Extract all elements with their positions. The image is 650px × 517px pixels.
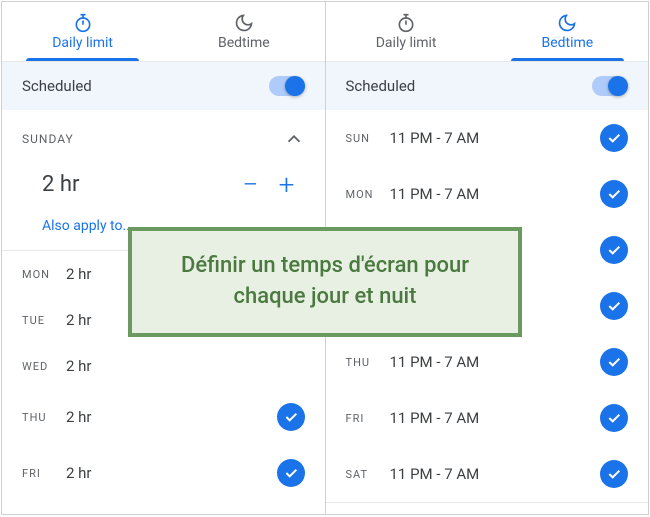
- day-abbr: WED: [22, 360, 66, 373]
- tab-daily-label: Daily limit: [376, 35, 437, 51]
- day-value: 2 hr: [66, 357, 305, 375]
- scheduled-toggle[interactable]: [269, 76, 305, 96]
- day-abbr: SAT: [346, 468, 390, 481]
- bedtime-value: 11 PM - 7 AM: [390, 129, 601, 147]
- limit-editor: 2 hr − +: [2, 160, 325, 208]
- check-icon[interactable]: [600, 460, 628, 488]
- bedtime-row[interactable]: FRI11 PM - 7 AM: [326, 390, 649, 446]
- stopwatch-icon: [73, 13, 93, 33]
- increase-button[interactable]: +: [269, 166, 305, 202]
- bedtime-footnote: Supervised Android mobile devices and Ch…: [326, 502, 649, 514]
- day-abbr: MON: [346, 188, 390, 201]
- chevron-up-icon: [283, 128, 305, 150]
- day-row[interactable]: FRI2 hr: [2, 445, 325, 501]
- moon-icon: [234, 13, 254, 33]
- day-abbr: FRI: [346, 412, 390, 425]
- check-icon[interactable]: [600, 348, 628, 376]
- day-value: 2 hr: [66, 408, 277, 426]
- tab-daily-limit[interactable]: Daily limit: [326, 2, 487, 61]
- check-icon[interactable]: [277, 403, 305, 431]
- expanded-day-label: SUNDAY: [22, 132, 74, 146]
- day-abbr: TUE: [22, 314, 66, 327]
- day-value: 2 hr: [66, 464, 277, 482]
- tab-daily-label: Daily limit: [52, 35, 113, 51]
- scheduled-row: Scheduled: [326, 62, 649, 110]
- day-abbr: THU: [22, 411, 66, 424]
- bedtime-row[interactable]: SUN11 PM - 7 AM: [326, 110, 649, 166]
- scheduled-label: Scheduled: [22, 77, 92, 95]
- check-icon[interactable]: [600, 292, 628, 320]
- check-icon[interactable]: [277, 459, 305, 487]
- day-abbr: SUN: [346, 132, 390, 145]
- bedtime-value: 11 PM - 7 AM: [390, 409, 601, 427]
- moon-icon: [557, 13, 577, 33]
- check-icon[interactable]: [600, 236, 628, 264]
- check-icon[interactable]: [600, 404, 628, 432]
- bedtime-row[interactable]: THU11 PM - 7 AM: [326, 334, 649, 390]
- tab-bedtime[interactable]: Bedtime: [163, 2, 324, 61]
- day-abbr: FRI: [22, 467, 66, 480]
- bedtime-row[interactable]: SAT11 PM - 7 AM: [326, 446, 649, 502]
- decrease-button[interactable]: −: [233, 166, 269, 202]
- scheduled-row: Scheduled: [2, 62, 325, 110]
- tab-bedtime-label: Bedtime: [542, 35, 594, 51]
- day-abbr: THU: [346, 356, 390, 369]
- bedtime-value: 11 PM - 7 AM: [390, 353, 601, 371]
- scheduled-toggle[interactable]: [592, 76, 628, 96]
- tab-daily-limit[interactable]: Daily limit: [2, 2, 163, 61]
- tabs: Daily limit Bedtime: [2, 2, 325, 62]
- day-row[interactable]: THU2 hr: [2, 389, 325, 445]
- tab-bedtime[interactable]: Bedtime: [487, 2, 648, 61]
- bedtime-value: 11 PM - 7 AM: [390, 185, 601, 203]
- check-icon[interactable]: [600, 180, 628, 208]
- tab-bedtime-label: Bedtime: [218, 35, 270, 51]
- day-abbr: MON: [22, 268, 66, 281]
- tabs: Daily limit Bedtime: [326, 2, 649, 62]
- scheduled-label: Scheduled: [346, 77, 416, 95]
- stopwatch-icon: [396, 13, 416, 33]
- check-icon[interactable]: [600, 124, 628, 152]
- caption-overlay: Définir un temps d'écran pour chaque jou…: [128, 227, 522, 337]
- day-row[interactable]: WED2 hr: [2, 343, 325, 389]
- expanded-day-header[interactable]: SUNDAY: [2, 110, 325, 160]
- day-row[interactable]: SAT2 hr: [2, 501, 325, 514]
- limit-value: 2 hr: [42, 172, 233, 197]
- bedtime-value: 11 PM - 7 AM: [390, 465, 601, 483]
- bedtime-row[interactable]: MON11 PM - 7 AM: [326, 166, 649, 222]
